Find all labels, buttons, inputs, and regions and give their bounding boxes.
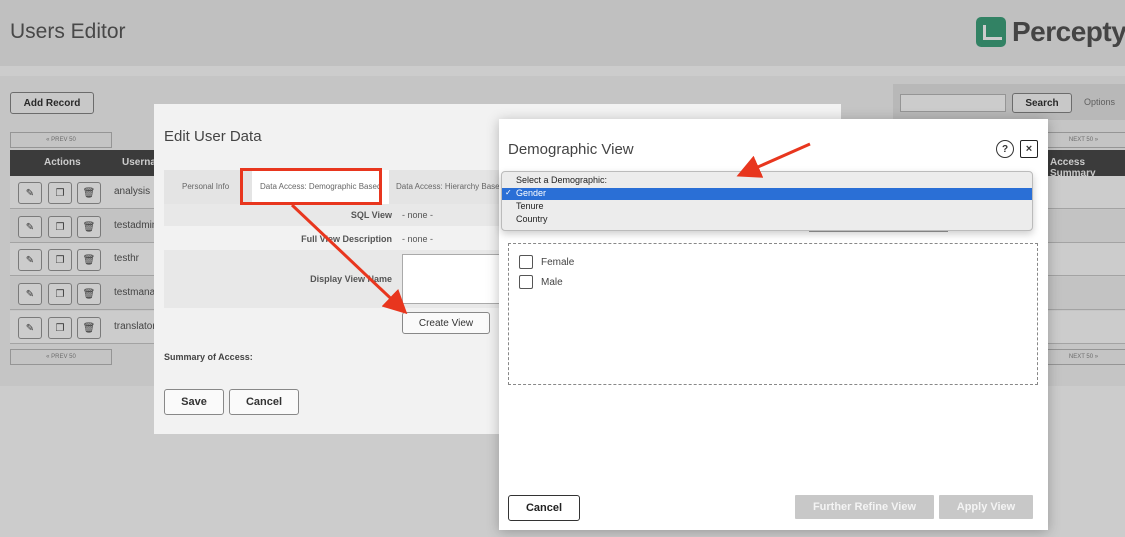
- arrow-to-dropdown: [736, 142, 811, 178]
- arrow-to-create-view: [290, 203, 408, 315]
- annotation-arrows: [290, 142, 811, 315]
